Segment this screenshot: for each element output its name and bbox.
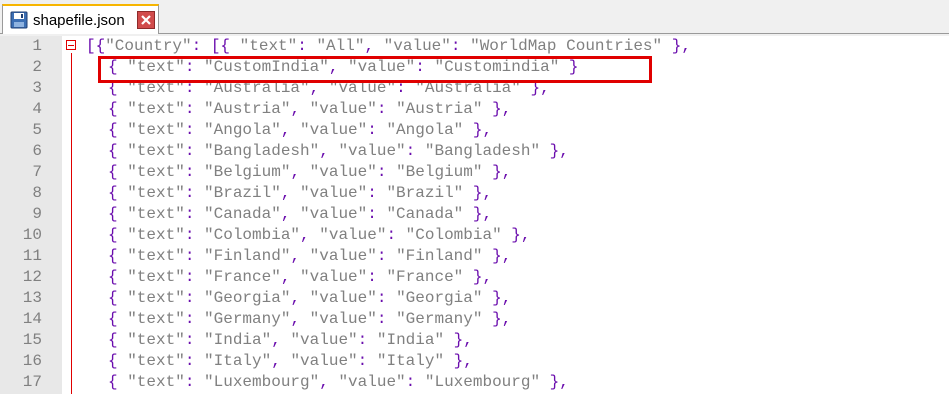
code-text: { "text": "Brazil", "value": "Brazil" },: [108, 184, 493, 202]
line-number: 6: [32, 142, 42, 160]
tab-shapefile-json[interactable]: shapefile.json: [2, 4, 159, 34]
line-number: 3: [32, 79, 42, 97]
code-line: 17 { "text": "Luxembourg", "value": "Luxe…: [0, 372, 949, 393]
line-number: 8: [32, 184, 42, 202]
code-line: 12 { "text": "France", "value": "France" …: [0, 267, 949, 288]
code-text: { "text": "Georgia", "value": "Georgia" …: [108, 289, 512, 307]
line-number: 4: [32, 100, 42, 118]
code-line: 14 { "text": "Germany", "value": "Germany…: [0, 309, 949, 330]
line-number: 15: [22, 331, 42, 349]
tab-title: shapefile.json: [33, 12, 125, 29]
line-number: 13: [22, 289, 42, 307]
line-number: 10: [22, 226, 42, 244]
code-text: { "text": "Luxembourg", "value": "Luxemb…: [108, 373, 569, 391]
line-number: 11: [22, 247, 42, 265]
code-line: 5 { "text": "Angola", "value": "Angola" }…: [0, 120, 949, 141]
code-line: 10 { "text": "Colombia", "value": "Colomb…: [0, 225, 949, 246]
code-text: [{"Country": [{ "text": "All", "value": …: [86, 37, 691, 55]
line-number: 2: [32, 58, 42, 76]
line-number: 1: [32, 37, 42, 55]
code-text: { "text": "Finland", "value": "Finland" …: [108, 247, 512, 265]
line-number: 7: [32, 163, 42, 181]
code-text: { "text": "Angola", "value": "Angola" },: [108, 121, 493, 139]
code-text: { "text": "Belgium", "value": "Belgium" …: [108, 163, 512, 181]
code-text: { "text": "Germany", "value": "Germany" …: [108, 310, 512, 328]
line-number: 14: [22, 310, 42, 328]
code-editor[interactable]: 1 [{"Country": [{ "text": "All", "value":…: [0, 36, 949, 394]
code-line: 7 { "text": "Belgium", "value": "Belgium"…: [0, 162, 949, 183]
code-text: { "text": "Austria", "value": "Austria" …: [108, 100, 512, 118]
code-text: { "text": "France", "value": "France" },: [108, 268, 493, 286]
code-line: 8 { "text": "Brazil", "value": "Brazil" }…: [0, 183, 949, 204]
json-file-icon: [10, 11, 28, 29]
code-text: { "text": "Bangladesh", "value": "Bangla…: [108, 142, 569, 160]
code-line: 9 { "text": "Canada", "value": "Canada" }…: [0, 204, 949, 225]
code-line: 16 { "text": "Italy", "value": "Italy" },: [0, 351, 949, 372]
line-number: 9: [32, 205, 42, 223]
code-line: 4 { "text": "Austria", "value": "Austria"…: [0, 99, 949, 120]
line-number: 17: [22, 373, 42, 391]
tab-bar: shapefile.json: [0, 0, 949, 36]
code-text: { "text": "Canada", "value": "Canada" },: [108, 205, 493, 223]
line-number: 12: [22, 268, 42, 286]
code-text: { "text": "Colombia", "value": "Colombia…: [108, 226, 531, 244]
code-line: 13 { "text": "Georgia", "value": "Georgia…: [0, 288, 949, 309]
highlight-box: [98, 56, 652, 83]
line-number: 5: [32, 121, 42, 139]
code-line: 15 { "text": "India", "value": "India" },: [0, 330, 949, 351]
code-text: { "text": "India", "value": "India" },: [108, 331, 473, 349]
code-text: { "text": "Italy", "value": "Italy" },: [108, 352, 473, 370]
code-line: 1 [{"Country": [{ "text": "All", "value":…: [0, 36, 949, 57]
close-icon[interactable]: [137, 11, 155, 29]
line-number: 16: [22, 352, 42, 370]
code-line: 11 { "text": "Finland", "value": "Finland…: [0, 246, 949, 267]
code-line: 6 { "text": "Bangladesh", "value": "Bangl…: [0, 141, 949, 162]
